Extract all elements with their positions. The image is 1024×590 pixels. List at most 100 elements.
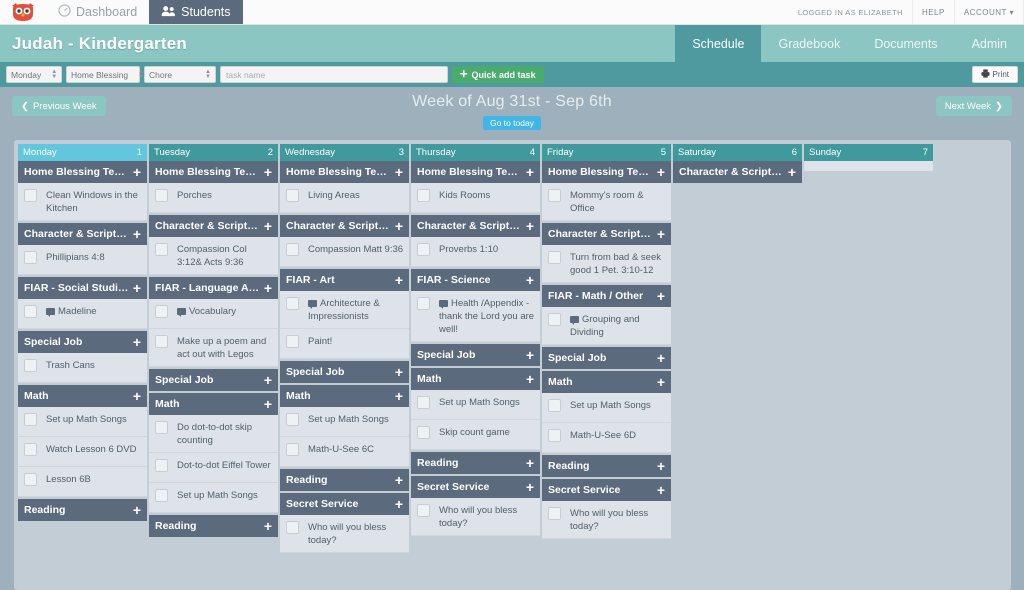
- task-checkbox[interactable]: [548, 189, 561, 202]
- category-header[interactable]: Secret Service +: [411, 476, 540, 498]
- day-header-wednesday[interactable]: Wednesday 3: [280, 144, 409, 161]
- add-task-plus-icon[interactable]: +: [653, 227, 665, 241]
- add-task-plus-icon[interactable]: +: [784, 165, 796, 179]
- print-button[interactable]: Print: [971, 66, 1018, 83]
- nav-item-students[interactable]: Students: [149, 0, 243, 24]
- tab-schedule[interactable]: Schedule: [675, 25, 762, 62]
- task-checkbox[interactable]: [286, 335, 299, 348]
- category-header[interactable]: FIAR - Art +: [280, 269, 409, 291]
- add-task-plus-icon[interactable]: +: [260, 165, 272, 179]
- add-task-plus-icon[interactable]: +: [129, 165, 141, 179]
- task-checkbox[interactable]: [548, 251, 561, 264]
- task-checkbox[interactable]: [24, 413, 37, 426]
- task-row[interactable]: Do dot-to-dot skip counting: [149, 415, 278, 453]
- task-row[interactable]: Math-U-See 6C: [280, 437, 409, 467]
- task-row[interactable]: Set up Math Songs: [149, 483, 278, 513]
- task-row[interactable]: Turn from bad & seek good 1 Pet. 3:10-12: [542, 245, 671, 283]
- owl-logo-icon[interactable]: [0, 0, 46, 24]
- tab-admin[interactable]: Admin: [955, 25, 1024, 62]
- task-checkbox[interactable]: [155, 243, 168, 256]
- task-checkbox[interactable]: [286, 189, 299, 202]
- task-row[interactable]: Dot-to-dot Eiffel Tower: [149, 453, 278, 483]
- task-row[interactable]: Health /Appendix - thank the Lord you ar…: [411, 291, 540, 342]
- task-checkbox[interactable]: [155, 459, 168, 472]
- task-checkbox[interactable]: [24, 251, 37, 264]
- task-checkbox[interactable]: [548, 313, 561, 326]
- add-task-plus-icon[interactable]: +: [260, 397, 272, 411]
- task-row[interactable]: Porches: [149, 183, 278, 213]
- task-row[interactable]: Phillipians 4:8: [18, 245, 147, 275]
- add-task-plus-icon[interactable]: +: [522, 219, 534, 233]
- task-checkbox[interactable]: [417, 297, 430, 310]
- task-checkbox[interactable]: [286, 443, 299, 456]
- add-task-plus-icon[interactable]: +: [391, 389, 403, 403]
- task-row[interactable]: Mommy's room & Office: [542, 183, 671, 221]
- task-row[interactable]: Grouping and Dividing: [542, 307, 671, 345]
- task-row[interactable]: Set up Math Songs: [542, 393, 671, 423]
- category-header[interactable]: Math +: [280, 385, 409, 407]
- category-header[interactable]: Special Job +: [280, 361, 409, 383]
- add-task-plus-icon[interactable]: +: [522, 273, 534, 287]
- task-checkbox[interactable]: [24, 305, 37, 318]
- category-header[interactable]: Character & Scripture...+: [411, 215, 540, 237]
- category-header[interactable]: Secret Service +: [542, 479, 671, 501]
- category-header[interactable]: Math +: [149, 393, 278, 415]
- add-task-plus-icon[interactable]: +: [653, 351, 665, 365]
- category-header[interactable]: Home Blessing Team +: [542, 161, 671, 183]
- category-header[interactable]: Special Job +: [542, 347, 671, 369]
- task-checkbox[interactable]: [286, 297, 299, 310]
- category-header[interactable]: Math +: [411, 368, 540, 390]
- category-header[interactable]: Reading +: [411, 452, 540, 474]
- task-checkbox[interactable]: [24, 443, 37, 456]
- go-to-today-button[interactable]: Go to today: [483, 116, 541, 130]
- day-header-sunday[interactable]: Sunday 7: [804, 144, 933, 161]
- category-header[interactable]: Home Blessing Team +: [149, 161, 278, 183]
- category-select[interactable]: Home Blessing ▲ ▼: [66, 66, 144, 83]
- task-checkbox[interactable]: [24, 473, 37, 486]
- day-header-tuesday[interactable]: Tuesday 2: [149, 144, 278, 161]
- task-row[interactable]: Kids Rooms: [411, 183, 540, 213]
- task-checkbox[interactable]: [548, 399, 561, 412]
- add-task-plus-icon[interactable]: +: [260, 373, 272, 387]
- category-header[interactable]: Math +: [18, 385, 147, 407]
- task-checkbox[interactable]: [24, 359, 37, 372]
- category-header[interactable]: FIAR - Social Studies +: [18, 277, 147, 299]
- task-row[interactable]: Set up Math Songs: [280, 407, 409, 437]
- category-header[interactable]: Character & Scripture...+: [542, 223, 671, 245]
- add-task-plus-icon[interactable]: +: [522, 480, 534, 494]
- task-row[interactable]: Lesson 6B: [18, 467, 147, 497]
- task-row[interactable]: Set up Math Songs: [411, 390, 540, 420]
- category-header[interactable]: FIAR - Math / Other +: [542, 285, 671, 307]
- task-checkbox[interactable]: [155, 489, 168, 502]
- task-row[interactable]: Proverbs 1:10: [411, 237, 540, 267]
- task-checkbox[interactable]: [286, 243, 299, 256]
- category-header[interactable]: Home Blessing Team +: [18, 161, 147, 183]
- add-task-plus-icon[interactable]: +: [522, 372, 534, 386]
- category-header[interactable]: FIAR - Language Arts +: [149, 277, 278, 299]
- category-header[interactable]: Home Blessing Team +: [280, 161, 409, 183]
- add-task-plus-icon[interactable]: +: [391, 219, 403, 233]
- add-task-plus-icon[interactable]: +: [129, 335, 141, 349]
- day-header-saturday[interactable]: Saturday 6: [673, 144, 802, 161]
- next-week-button[interactable]: Next Week ❯: [935, 96, 1012, 116]
- category-header[interactable]: FIAR - Science +: [411, 269, 540, 291]
- task-row[interactable]: Who will you bless today?: [411, 498, 540, 536]
- quick-add-task-button[interactable]: ✛ Quick add task: [452, 66, 544, 83]
- task-checkbox[interactable]: [548, 507, 561, 520]
- day-select[interactable]: Monday ▲ ▼: [6, 66, 62, 83]
- tab-documents[interactable]: Documents: [857, 25, 954, 62]
- account-menu[interactable]: ACCOUNT ▾: [953, 0, 1024, 24]
- task-row[interactable]: Compassion Matt 9:36: [280, 237, 409, 267]
- task-checkbox[interactable]: [286, 521, 299, 534]
- category-header[interactable]: Reading +: [542, 455, 671, 477]
- day-header-thursday[interactable]: Thursday 4: [411, 144, 540, 161]
- category-header[interactable]: Reading +: [280, 469, 409, 491]
- nav-item-dashboard[interactable]: Dashboard: [46, 0, 149, 24]
- add-task-plus-icon[interactable]: +: [522, 348, 534, 362]
- task-checkbox[interactable]: [155, 335, 168, 348]
- add-task-plus-icon[interactable]: +: [391, 497, 403, 511]
- add-task-plus-icon[interactable]: +: [653, 483, 665, 497]
- category-header[interactable]: Home Blessing Team +: [411, 161, 540, 183]
- category-header[interactable]: Character & Scripture...+: [18, 223, 147, 245]
- category-header[interactable]: Math +: [542, 371, 671, 393]
